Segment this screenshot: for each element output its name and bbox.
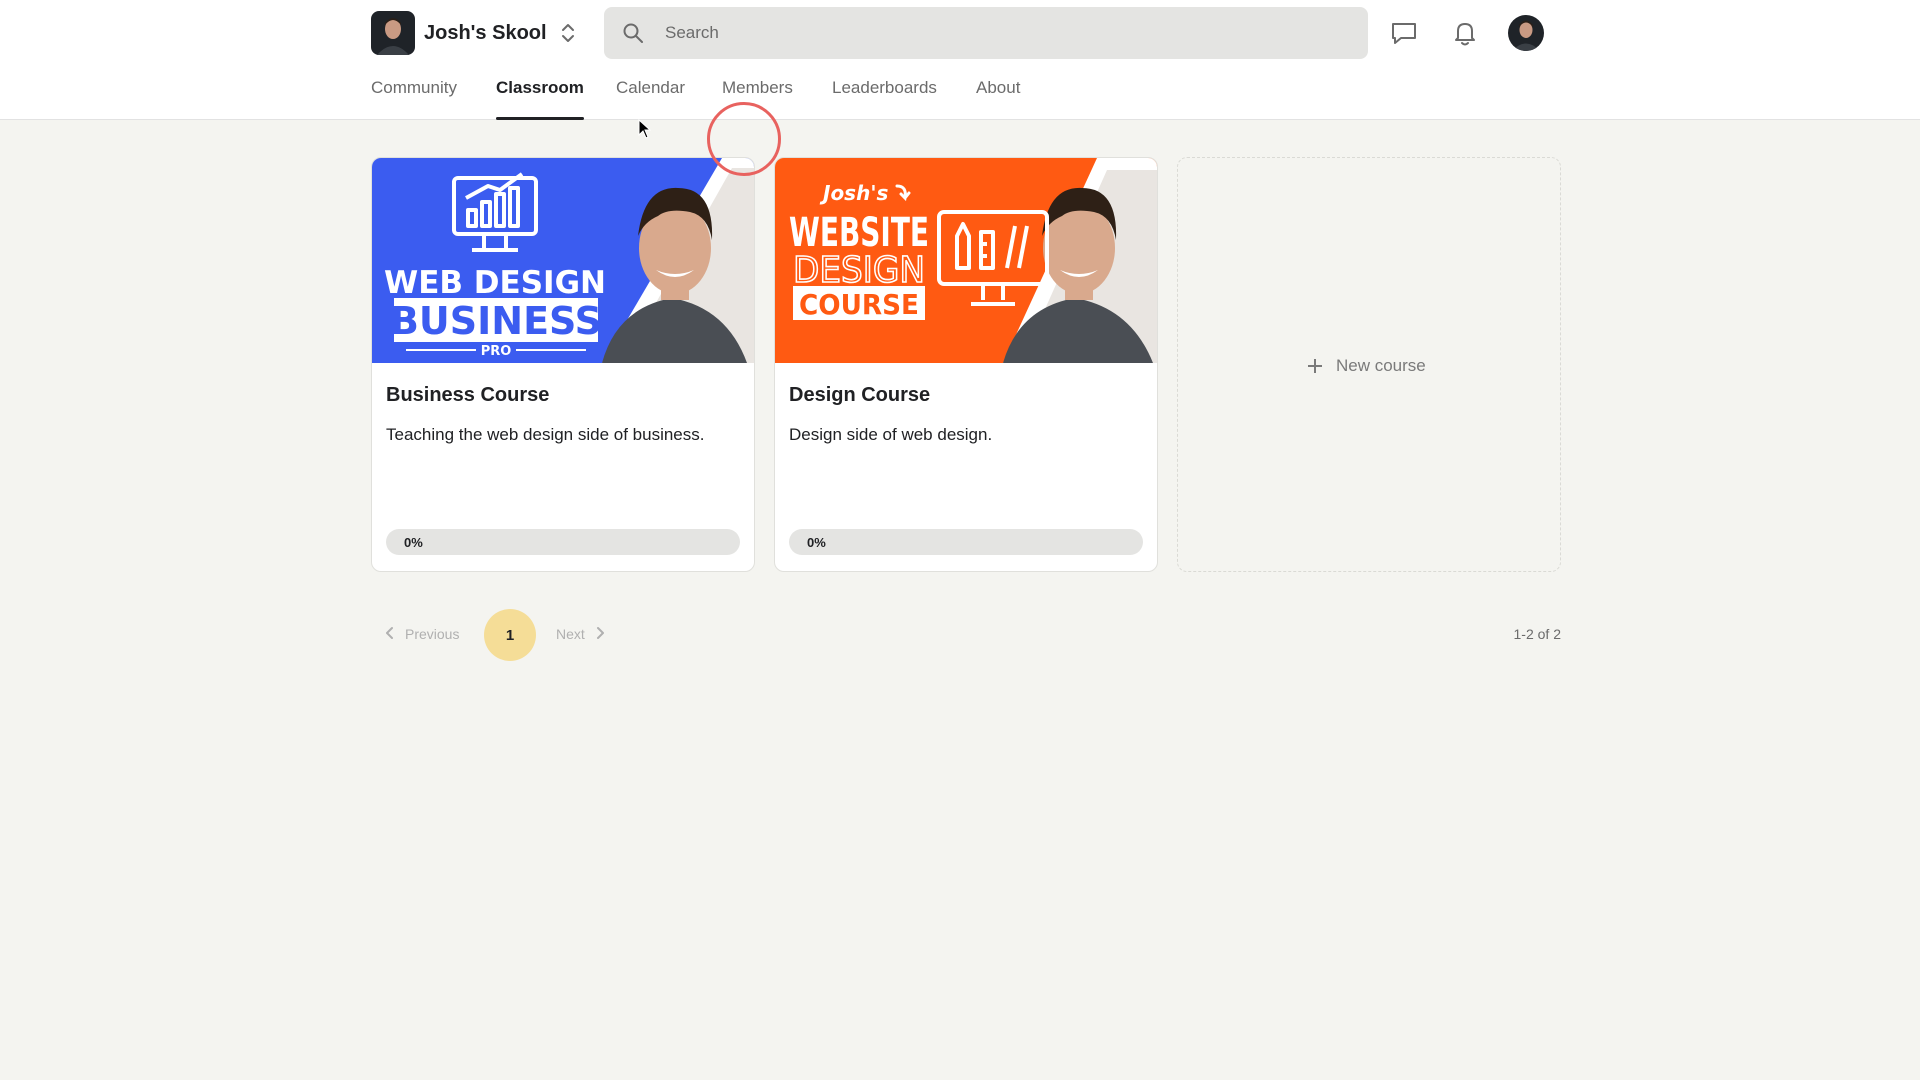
previous-label: Previous <box>405 626 460 642</box>
course-description: Design side of web design. <box>789 425 993 444</box>
thumbnail-text-line2: BUSINESS <box>390 299 602 343</box>
course-progress-bar: 0% <box>789 529 1143 555</box>
bell-icon[interactable] <box>1450 18 1480 48</box>
chevron-left-icon <box>385 626 395 643</box>
thumbnail-text-line0: Josh's <box>819 181 888 205</box>
tab-about[interactable]: About <box>976 78 1020 120</box>
tab-calendar[interactable]: Calendar <box>616 78 685 120</box>
course-progress-label: 0% <box>404 535 423 550</box>
click-indicator <box>707 102 781 176</box>
search-placeholder: Search <box>665 23 719 42</box>
next-label: Next <box>556 626 585 642</box>
thumbnail-text-line1: WEB DESIGN <box>384 265 606 301</box>
tab-community[interactable]: Community <box>371 78 457 120</box>
plus-icon <box>1306 357 1324 375</box>
thumbnail-text-line3: PRO <box>481 344 512 359</box>
tab-leaderboards[interactable]: Leaderboards <box>832 78 937 120</box>
previous-page-button[interactable]: Previous <box>385 624 459 644</box>
search-input[interactable]: Search <box>604 7 1368 59</box>
thumbnail-text-line3: COURSE <box>799 288 919 321</box>
community-brand[interactable]: Josh's Skool <box>371 11 547 55</box>
thumbnail-text-line2: DESIGN <box>793 250 925 291</box>
course-progress-label: 0% <box>807 535 826 550</box>
course-description: Teaching the web design side of business… <box>386 425 705 444</box>
course-title: Design Course <box>789 384 931 406</box>
course-thumbnail: WEB DESIGN BUSINESS PRO <box>372 158 754 363</box>
mouse-cursor-icon <box>638 118 652 139</box>
next-page-button[interactable]: Next <box>556 624 605 644</box>
chevron-right-icon <box>595 626 605 643</box>
chat-icon[interactable] <box>1389 18 1419 48</box>
new-course-button[interactable]: New course <box>1177 157 1561 572</box>
course-thumbnail: Josh's WEBSITE DESIGN COURSE <box>775 158 1157 363</box>
course-title: Business Course <box>386 384 550 406</box>
new-course-label: New course <box>1336 356 1426 375</box>
top-header: Josh's Skool Search Community Classroom … <box>0 0 1920 120</box>
tab-classroom[interactable]: Classroom <box>496 78 584 120</box>
user-avatar[interactable] <box>1508 15 1544 51</box>
course-progress-bar: 0% <box>386 529 740 555</box>
page-number-current[interactable]: 1 <box>484 609 536 661</box>
results-count: 1-2 of 2 <box>1513 626 1561 642</box>
community-name: Josh's Skool <box>424 21 547 44</box>
course-card[interactable]: WEB DESIGN BUSINESS PRO Business Course … <box>371 157 755 572</box>
community-logo <box>371 11 415 55</box>
course-card[interactable]: Josh's WEBSITE DESIGN COURSE Design Cour… <box>774 157 1158 572</box>
search-icon <box>622 22 644 44</box>
community-switcher-icon[interactable] <box>556 20 580 46</box>
